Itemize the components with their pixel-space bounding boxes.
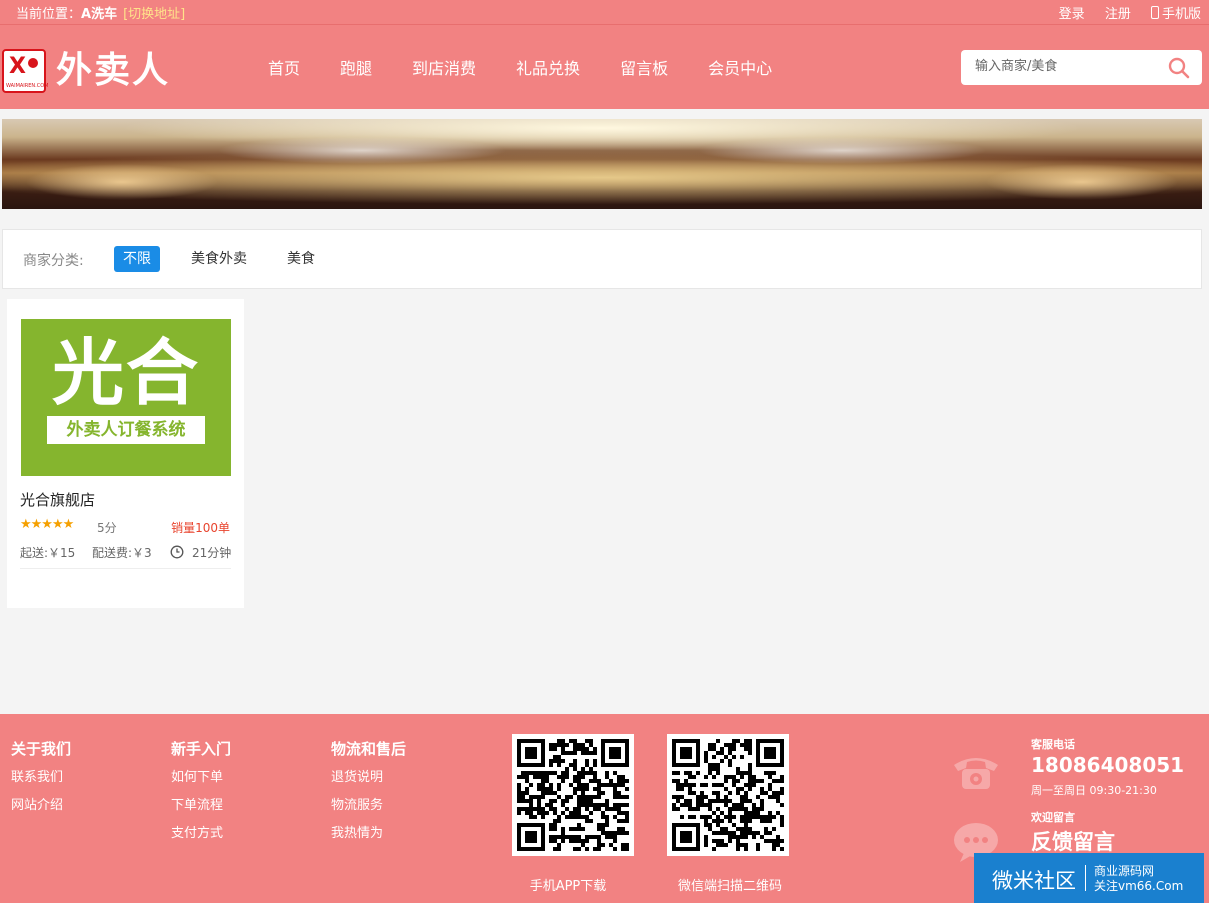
register-link[interactable]: 注册: [1105, 7, 1131, 22]
current-location: 当前位置：A洗车 [切换地址]: [16, 3, 185, 22]
rating-stars-icon: ★★★★★: [20, 517, 74, 532]
feedback-label: 欢迎留言: [1031, 811, 1075, 824]
category-filter-label: 商家分类:: [23, 253, 84, 269]
search-icon[interactable]: [1168, 57, 1190, 83]
category-filter: 商家分类: 不限 美食外卖 美食: [2, 229, 1202, 289]
search-box: [961, 50, 1202, 85]
service-phone-label: 客服电话: [1031, 738, 1075, 751]
site-logo-text[interactable]: 外卖人: [56, 49, 170, 93]
watermark-badge: 微米社区 商业源码网 关注vm66.Com: [974, 853, 1204, 903]
footer-col-newbie: 新手入门 如何下单 下单流程 支付方式: [171, 738, 231, 853]
service-hours: 周一至周日 09:30-21:30: [1031, 784, 1157, 797]
promo-banner[interactable]: [2, 119, 1202, 209]
footer-link-order-process[interactable]: 下单流程: [171, 797, 231, 825]
top-bar: 当前位置：A洗车 [切换地址] 登录 注册 手机版: [0, 0, 1209, 25]
location-prefix: 当前位置：: [16, 7, 82, 22]
login-link[interactable]: 登录: [1059, 7, 1085, 22]
footer-col-title: 新手入门: [171, 740, 232, 758]
telephone-icon: [950, 751, 1002, 797]
footer-link-contact[interactable]: 联系我们: [11, 769, 71, 797]
mobile-version-link[interactable]: 手机版: [1150, 6, 1201, 22]
switch-address-link[interactable]: [切换地址]: [123, 7, 185, 22]
location-name: A洗车: [81, 7, 118, 22]
footer-link-passion[interactable]: 我热情为: [331, 825, 406, 853]
watermark-line-1: 商业源码网: [1094, 864, 1155, 878]
app-download-qr-icon: [512, 734, 634, 856]
shop-score: 5分: [97, 521, 117, 535]
wechat-qr-icon: [667, 734, 789, 856]
nav-in-store[interactable]: 到店消费: [412, 55, 476, 79]
watermark-brand: 微米社区: [992, 869, 1076, 893]
footer-col-about: 关于我们 联系我们 网站介绍: [11, 738, 71, 825]
shop-card[interactable]: 光合 外卖人订餐系统 光合旗舰店 ★★★★★ 5分 销量100单 起送:￥15 …: [7, 299, 244, 608]
mobile-phone-icon: [1150, 6, 1159, 19]
nav-message-board[interactable]: 留言板: [620, 55, 668, 79]
main-nav: 首页 跑腿 到店消费 礼品兑换 留言板 会员中心: [248, 55, 792, 79]
delivery-fee: 配送费:￥3: [92, 546, 152, 560]
nav-errand[interactable]: 跑腿: [340, 55, 372, 79]
shop-image[interactable]: 光合 外卖人订餐系统: [21, 319, 231, 476]
watermark-divider: [1085, 865, 1086, 891]
feedback-link[interactable]: 反馈留言: [1031, 826, 1115, 856]
filter-option-food[interactable]: 美食: [278, 246, 324, 272]
footer-link-logistics-service[interactable]: 物流服务: [331, 797, 406, 825]
shop-sales: 销量100单: [171, 521, 230, 535]
watermark-text: 商业源码网 关注vm66.Com: [1094, 864, 1183, 894]
shop-name[interactable]: 光合旗舰店: [20, 489, 95, 510]
footer-link-site-intro[interactable]: 网站介绍: [11, 797, 71, 825]
footer-col-title: 关于我们: [11, 740, 72, 758]
shop-image-title: 光合: [51, 331, 200, 415]
filter-option-food-delivery[interactable]: 美食外卖: [182, 246, 256, 272]
service-phone-number: 18086408051: [1031, 753, 1185, 777]
footer-link-how-to-order[interactable]: 如何下单: [171, 769, 231, 797]
footer-col-logistics: 物流和售后 退货说明 物流服务 我热情为: [331, 738, 406, 853]
nav-home[interactable]: 首页: [268, 55, 300, 79]
watermark-line-2: 关注vm66.Com: [1094, 879, 1184, 893]
wechat-qr-caption: 微信端扫描二维码: [677, 879, 782, 894]
top-links: 登录 注册 手机版: [1043, 3, 1201, 22]
search-input[interactable]: [973, 58, 1157, 75]
app-download-caption: 手机APP下载: [529, 879, 607, 894]
footer-link-returns[interactable]: 退货说明: [331, 769, 406, 797]
site-logo-icon[interactable]: Ⅹ WAIMAIREN.COM: [2, 49, 48, 93]
nav-gift-exchange[interactable]: 礼品兑换: [516, 55, 580, 79]
mobile-version-label: 手机版: [1161, 7, 1201, 22]
min-order: 起送:￥15: [20, 546, 76, 560]
footer-link-payment[interactable]: 支付方式: [171, 825, 231, 853]
filter-option-all[interactable]: 不限: [114, 246, 160, 272]
site-header: Ⅹ WAIMAIREN.COM 外卖人 首页 跑腿 到店消费 礼品兑换 留言板 会员中心: [0, 25, 1209, 109]
footer-col-title: 物流和售后: [331, 740, 407, 758]
clock-icon: [170, 544, 184, 563]
delivery-time: 21分钟: [192, 546, 232, 560]
shop-image-subtitle: 外卖人订餐系统: [47, 416, 205, 444]
card-divider: [20, 568, 231, 569]
nav-member-center[interactable]: 会员中心: [708, 55, 772, 79]
